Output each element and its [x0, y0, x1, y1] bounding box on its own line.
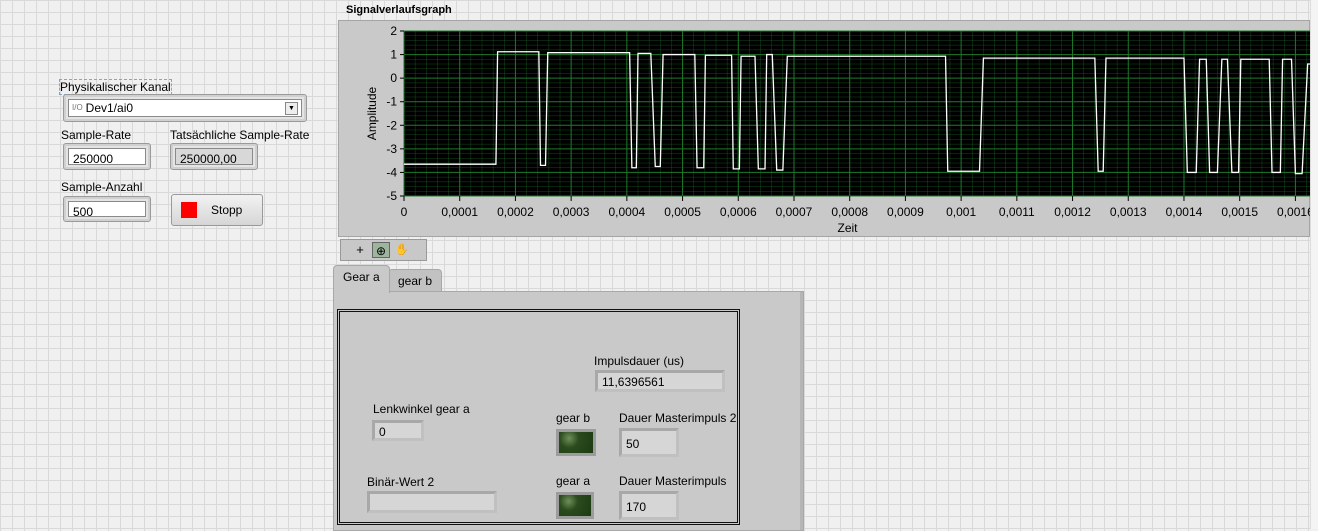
sample-count-value[interactable]: 500	[68, 201, 146, 219]
x-tick-label: 0	[401, 205, 408, 219]
sample-rate-field[interactable]: 250000	[63, 143, 151, 170]
gear-b-label: gear b	[556, 411, 591, 425]
sample-count-label: Sample-Anzahl	[61, 180, 143, 194]
channel-label: Physikalischer Kanal	[59, 79, 172, 95]
master2-indicator: 50	[619, 428, 679, 457]
actual-rate-label: Tatsächliche Sample-Rate	[170, 128, 310, 142]
y-tick-label: -4	[386, 165, 397, 179]
y-tick-label: 1	[390, 48, 397, 62]
x-tick-label: 0,0006	[720, 205, 757, 219]
actual-rate-indicator: 250000,00	[170, 143, 258, 170]
lenkwinkel-indicator: 0	[372, 420, 424, 441]
channel-combo[interactable]: I/O Dev1/ai0 ▼	[63, 94, 307, 122]
lenkwinkel-label: Lenkwinkel gear a	[373, 402, 470, 416]
gear-a-label: gear a	[556, 474, 591, 488]
graph-tool-palette: + ⊕ ✋	[340, 239, 427, 261]
zoom-icon[interactable]: ⊕	[372, 242, 390, 258]
y-tick-label: -5	[386, 189, 397, 203]
stop-button[interactable]: Stopp	[171, 194, 263, 226]
graph-title: Signalverlaufsgraph	[346, 4, 452, 16]
x-tick-label: 0,0015	[1221, 205, 1258, 219]
waveform-graph: 0 0,0001 0,0002 0,0003 0,0004 0,0005 0,0006 0,0…	[338, 20, 1314, 238]
y-tick-label: 0	[390, 71, 397, 85]
x-tick-label: 0,0008	[831, 205, 868, 219]
x-tick-label: 0,0003	[553, 205, 590, 219]
x-tick-label: 0,0007	[776, 205, 813, 219]
gear-b-led[interactable]	[556, 429, 596, 456]
tab-gear-b[interactable]: gear b	[388, 269, 443, 292]
x-tick-label: 0,001	[946, 205, 976, 219]
master-indicator: 170	[619, 491, 679, 520]
x-axis-label: Zeit	[838, 221, 859, 235]
y-axis-label: Amplitude	[365, 87, 379, 141]
vertical-scrollbar[interactable]	[1310, 0, 1318, 529]
x-tick-label: 0,0013	[1110, 205, 1147, 219]
chevron-down-icon[interactable]: ▼	[285, 101, 298, 115]
y-tick-label: -3	[386, 142, 397, 156]
sample-count-field[interactable]: 500	[63, 196, 151, 222]
channel-value[interactable]: Dev1/ai0	[86, 100, 285, 116]
y-tick-label: -2	[386, 118, 397, 132]
binaer-label: Binär-Wert 2	[367, 475, 435, 489]
impulsdauer-indicator: 11,6396561	[595, 370, 725, 392]
x-tick-label: 0,0014	[1166, 205, 1203, 219]
master-label: Dauer Masterimpuls	[619, 474, 727, 488]
x-tick-label: 0,0012	[1054, 205, 1091, 219]
x-tick-label: 0,0002	[497, 205, 534, 219]
sample-rate-label: Sample-Rate	[61, 128, 132, 142]
pan-hand-icon[interactable]: ✋	[393, 242, 411, 258]
master2-label: Dauer Masterimpuls 2	[619, 411, 737, 425]
io-icon: I/O	[72, 103, 83, 112]
x-tick-label: 0,0001	[441, 205, 478, 219]
binaer-indicator	[367, 491, 497, 513]
sample-rate-value[interactable]: 250000	[68, 148, 146, 166]
waveform-plot[interactable]: 0 0,0001 0,0002 0,0003 0,0004 0,0005 0,0006 0,0…	[339, 21, 1314, 238]
tab-gear-a[interactable]: Gear a	[333, 265, 390, 293]
actual-rate-value: 250000,00	[175, 148, 253, 166]
cursor-crosshair-icon[interactable]: +	[351, 242, 369, 258]
stop-indicator-icon	[181, 202, 197, 218]
impulsdauer-label: Impulsdauer (us)	[594, 354, 685, 368]
x-tick-label: 0,0011	[999, 205, 1035, 219]
x-tick-label: 0,0009	[887, 205, 924, 219]
y-tick-label: -1	[386, 95, 397, 109]
gear-a-led[interactable]	[556, 492, 594, 519]
x-tick-label: 0,0016	[1277, 205, 1311, 219]
stop-label: Stopp	[211, 203, 243, 217]
y-tick-label: 2	[390, 24, 397, 38]
x-tick-label: 0,0004	[608, 205, 645, 219]
x-tick-label: 0,0005	[664, 205, 701, 219]
